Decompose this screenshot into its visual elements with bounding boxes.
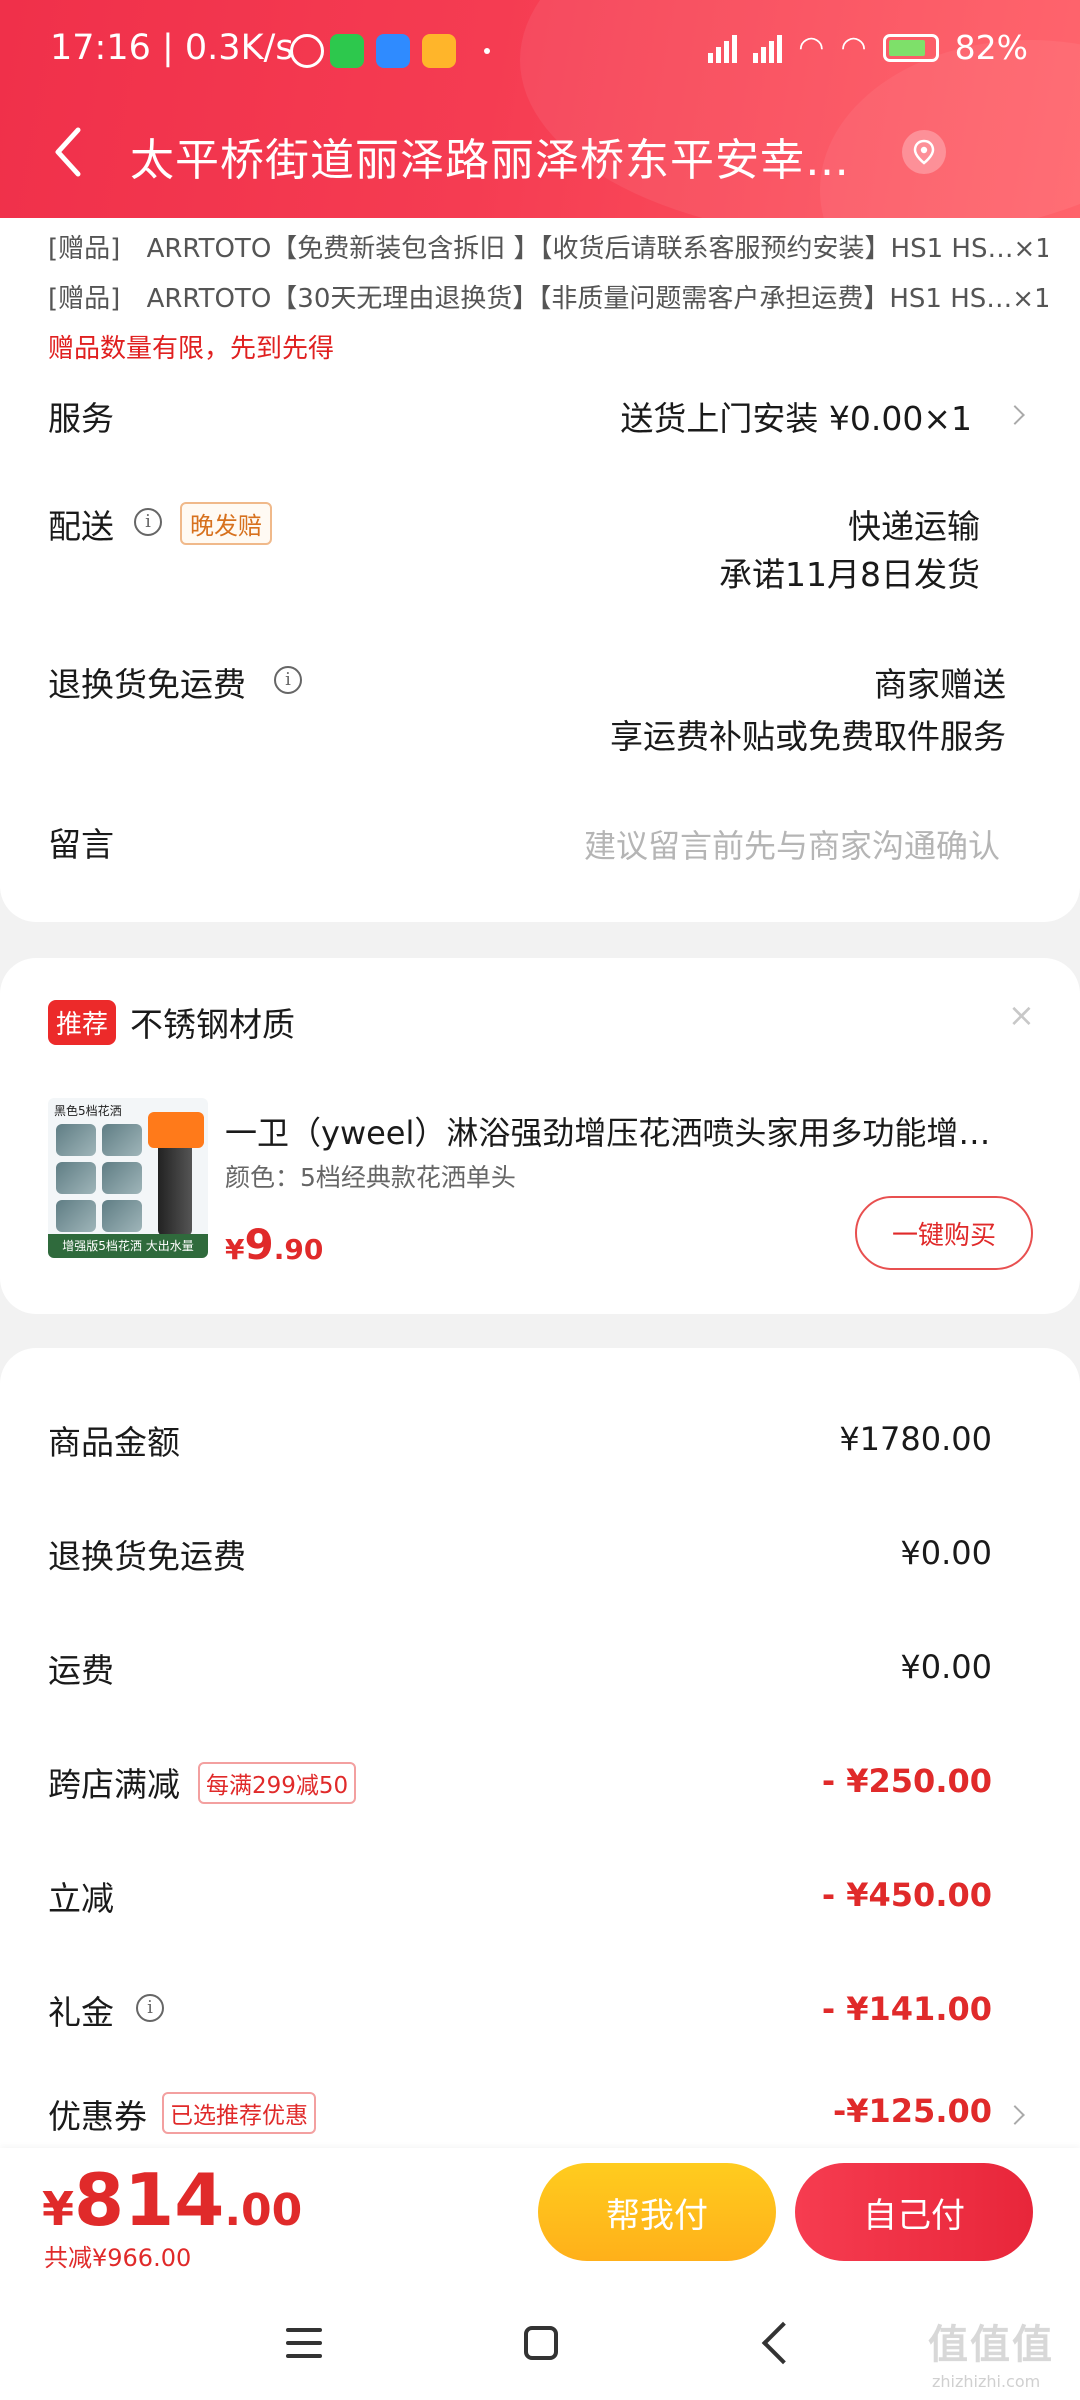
chevron-right-icon[interactable] [1005, 405, 1025, 425]
info-icon[interactable]: i [274, 666, 302, 694]
price-dec: .90 [273, 1233, 324, 1266]
status-right: ◠ ◠ 82% [708, 28, 1028, 67]
watermark-sub: zhizhizhi.com [932, 2372, 1041, 2391]
app-yellow-icon [422, 34, 456, 68]
address-title[interactable]: 太平桥街道丽泽路丽泽桥东平安幸… [130, 124, 900, 188]
price-value-crossstore: - ¥250.00 [821, 1762, 992, 1800]
dot-icon [484, 48, 490, 54]
status-bar: 17:16 | 0.3K/s ◠ ◠ 82% [0, 0, 1080, 100]
price-label-shipping: 运费 [48, 1651, 114, 1690]
service-label: 服务 [48, 399, 114, 438]
service-value[interactable]: 送货上门安装 ¥0.00×1 [620, 392, 972, 440]
price-value-return: ¥0.00 [900, 1534, 992, 1572]
delivery-promise: 承诺11月8日发货 [719, 555, 980, 594]
total-dec: .00 [224, 2185, 303, 2236]
message-label: 留言 [48, 825, 114, 864]
gift-item: [赠品] ARRTOTO【30天无理由退换货】【非质量问题需客户承担运费】HS1… [48, 278, 1048, 315]
recommend-card: 推荐 不锈钢材质 × 黑色5档花洒 增强版5档花洒 大出水量 一卫（yweel）… [0, 958, 1080, 1314]
recommend-text: 不锈钢材质 [130, 1005, 295, 1044]
app-blue-icon [376, 34, 410, 68]
checkout-bar: ¥814.00 共减¥966.00 帮我付 自己付 [0, 2148, 1080, 2288]
battery-level: 82% [954, 28, 1028, 67]
price-label-return: 退换货免运费 [48, 1537, 246, 1576]
system-back-icon[interactable] [761, 2321, 805, 2365]
wechat-icon [330, 34, 364, 68]
pricing-card: 商品金额 ¥1780.00 退换货免运费 ¥0.00 运费 ¥0.00 跨店满减… [0, 1348, 1080, 2148]
price-label-crossstore: 跨店满减 [48, 1765, 180, 1804]
shower-icon [102, 1124, 142, 1156]
price-value-shipping: ¥0.00 [900, 1648, 992, 1686]
wifi-icon-2: ◠ [840, 30, 867, 65]
menu-icon[interactable] [286, 2328, 322, 2358]
crossstore-tag: 每满299减50 [198, 1762, 357, 1804]
top-header: 17:16 | 0.3K/s ◠ ◠ 82% 太平桥街道丽泽路丽泽桥东平安幸… [0, 0, 1080, 218]
back-icon[interactable] [48, 122, 88, 182]
shower-icon [56, 1162, 96, 1194]
price-value-gift-money: - ¥141.00 [821, 1990, 992, 2028]
total-currency: ¥ [42, 2182, 75, 2236]
nav-bar: 太平桥街道丽泽路丽泽桥东平安幸… [0, 108, 1080, 200]
system-nav-bar [0, 2288, 1080, 2400]
gift-text: ARRTOTO【30天无理由退换货】【非质量问题需客户承担运费】HS1 HS… [146, 284, 1013, 314]
price-value-instant: - ¥450.00 [821, 1876, 992, 1914]
price-label-coupon: 优惠券 [48, 2097, 147, 2136]
shower-icon [102, 1200, 142, 1232]
price-label-goods: 商品金额 [48, 1423, 180, 1462]
product-price: ¥9.90 [225, 1220, 323, 1269]
late-ship-tag: 晚发赔 [180, 502, 272, 545]
delivery-label: 配送 [48, 507, 114, 546]
info-icon[interactable]: i [136, 1994, 164, 2022]
signal-icon-2 [753, 33, 783, 63]
product-thumbnail[interactable]: 黑色5档花洒 增强版5档花洒 大出水量 [48, 1098, 208, 1258]
alarm-icon [290, 34, 324, 68]
home-icon[interactable] [524, 2326, 558, 2360]
shower-icon [102, 1162, 142, 1194]
battery-icon [882, 33, 939, 62]
delivery-method: 快递运输 [848, 507, 980, 546]
gift-text: ARRTOTO【免费新装包含拆旧 】【收货后请联系客服预约安装】HS1 HS… [146, 234, 1014, 264]
product-title[interactable]: 一卫（yweel）淋浴强劲增压花洒喷头家用多功能增… [225, 1108, 1035, 1154]
price-label-gift-money: 礼金 [48, 1993, 114, 2032]
help-pay-button[interactable]: 帮我付 [538, 2163, 776, 2261]
location-icon[interactable] [902, 130, 946, 174]
price-label-instant: 立减 [48, 1879, 114, 1918]
product-spec: 颜色：5档经典款花洒单头 [225, 1163, 516, 1192]
order-info-card: [赠品] ARRTOTO【免费新装包含拆旧 】【收货后请联系客服预约安装】HS1… [0, 218, 1080, 922]
gift-qty: ×1 [1012, 284, 1048, 314]
signal-icon [708, 33, 738, 63]
coupon-tag: 已选推荐优惠 [162, 2092, 316, 2134]
shower-head-icon [148, 1112, 204, 1148]
return-shipping-detail: 享运费补贴或免费取件服务 [610, 717, 1006, 756]
chevron-right-icon[interactable] [1005, 2105, 1025, 2125]
total-saved[interactable]: 共减¥966.00 [44, 2238, 191, 2273]
shower-icon [56, 1124, 96, 1156]
price-int: 9 [244, 1220, 274, 1269]
watermark: 值值值 [928, 2322, 1054, 2368]
recommend-badge: 推荐 [48, 1000, 117, 1045]
thumb-title: 黑色5档花洒 [54, 1104, 122, 1118]
one-click-buy-button[interactable]: 一键购买 [855, 1196, 1033, 1270]
price-value-goods: ¥1780.00 [839, 1420, 992, 1458]
total-price: ¥814.00 [42, 2158, 302, 2242]
price-value-coupon[interactable]: -¥125.00 [833, 2092, 992, 2130]
price-symbol: ¥ [225, 1233, 245, 1266]
info-icon[interactable]: i [134, 508, 162, 536]
status-time: 17:16 | 0.3K/s [50, 28, 294, 68]
gift-warning: 赠品数量有限，先到先得 [48, 334, 335, 364]
close-icon[interactable]: × [1008, 996, 1035, 1034]
gift-item: [赠品] ARRTOTO【免费新装包含拆旧 】【收货后请联系客服预约安装】HS1… [48, 228, 1048, 265]
thumb-banner: 增强版5档花洒 大出水量 [48, 1234, 208, 1258]
message-input[interactable]: 建议留言前先与商家沟通确认 [584, 821, 1000, 867]
gift-tag: [赠品] [48, 284, 121, 314]
total-int: 814 [74, 2158, 225, 2242]
wifi-icon: ◠ [798, 30, 825, 65]
gift-tag: [赠品] [48, 234, 121, 264]
return-shipping-value: 商家赠送 [874, 665, 1006, 704]
gift-qty: ×1 [1013, 234, 1048, 264]
shower-icon [56, 1200, 96, 1232]
self-pay-button[interactable]: 自己付 [795, 2163, 1033, 2261]
return-shipping-label: 退换货免运费 [48, 665, 246, 704]
